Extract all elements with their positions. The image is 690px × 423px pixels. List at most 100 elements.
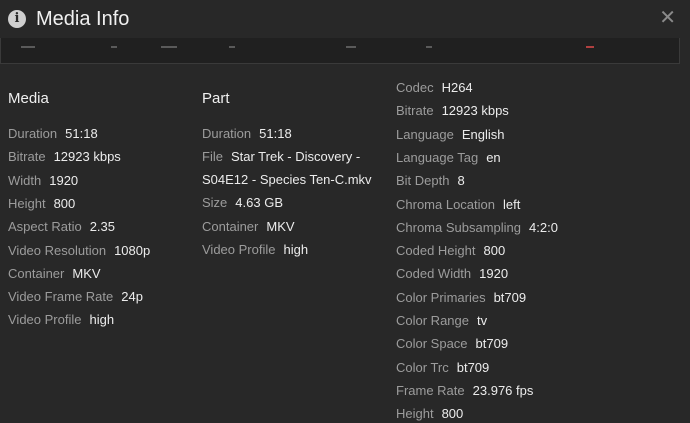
row-value: bt709 xyxy=(475,336,509,352)
media-row: Video Profile high xyxy=(8,311,114,329)
row-value: English xyxy=(461,126,505,142)
stream-row: Codec H264 xyxy=(396,79,473,97)
media-row: Container MKV xyxy=(8,265,101,283)
row-value: 51:18 xyxy=(259,126,292,141)
media-row: Height 800 xyxy=(8,195,75,213)
row-value: 24p xyxy=(121,289,143,305)
row-value: H264 xyxy=(441,80,473,95)
row-value: 51:18 xyxy=(65,126,98,141)
row-label: Width xyxy=(8,172,42,188)
row-label: Codec xyxy=(396,80,434,95)
row-label: Color Primaries xyxy=(396,289,486,305)
media-row: Duration 51:18 xyxy=(8,125,98,143)
row-value: bt709 xyxy=(493,289,527,305)
stream-row: Color Range tv xyxy=(396,312,487,330)
row-label: Coded Width xyxy=(396,266,472,282)
row-label: Language Tag xyxy=(396,149,479,165)
strip-fragment xyxy=(229,46,235,48)
row-value: Star Trek - Discovery - xyxy=(230,149,361,164)
row-label: Video Resolution xyxy=(8,242,107,258)
row-value: 8 xyxy=(457,173,465,189)
stream-row: Coded Height 800 xyxy=(396,242,505,260)
stream-row: Language English xyxy=(396,126,504,144)
stream-row: Color Primaries bt709 xyxy=(396,289,526,307)
row-label: Video Profile xyxy=(202,242,276,257)
strip-fragment xyxy=(426,46,432,48)
part-row-file-continued: S04E12 - Species Ten-C.mkv xyxy=(202,171,372,189)
row-value: 2.35 xyxy=(89,219,116,235)
row-label: Color Space xyxy=(396,336,468,352)
row-value: tv xyxy=(477,313,488,328)
stream-row: Chroma Location left xyxy=(396,196,520,214)
row-value: 4:2:0 xyxy=(529,219,558,235)
row-label: Coded Height xyxy=(396,243,476,259)
stream-row: Chroma Subsampling 4:2:0 xyxy=(396,219,558,237)
strip-fragment xyxy=(161,46,177,48)
part-heading: Part xyxy=(202,90,230,107)
row-label: Language xyxy=(396,126,454,142)
row-value: 1920 xyxy=(479,266,509,282)
media-heading: Media xyxy=(8,90,49,107)
close-icon[interactable]: ✕ xyxy=(659,5,676,29)
stream-row: Bit Depth 8 xyxy=(396,172,465,190)
media-row: Video Resolution 1080p xyxy=(8,242,150,260)
media-row: Aspect Ratio 2.35 xyxy=(8,218,115,236)
row-value: 1920 xyxy=(49,172,79,188)
strip-fragment xyxy=(346,46,356,48)
strip-fragment-red xyxy=(586,46,594,48)
stream-row: Coded Width 1920 xyxy=(396,265,508,283)
part-row-file: File Star Trek - Discovery - xyxy=(202,148,360,166)
row-value: MKV xyxy=(266,219,295,234)
row-value: MKV xyxy=(72,265,101,281)
row-value: 23.976 fps xyxy=(472,382,534,398)
row-label: Video Profile xyxy=(8,312,82,328)
dialog-title: Media Info xyxy=(36,8,130,30)
row-label: Duration xyxy=(202,126,252,141)
row-label: File xyxy=(202,149,223,164)
part-row-size: Size 4.63 GB xyxy=(202,194,283,212)
row-label: Size xyxy=(202,195,228,210)
part-row-duration: Duration 51:18 xyxy=(202,125,292,143)
row-label: Container xyxy=(202,219,259,234)
row-value: high xyxy=(89,312,115,328)
row-value: S04E12 - Species Ten-C.mkv xyxy=(202,172,372,187)
row-value: high xyxy=(283,242,309,257)
stream-row: Height 800 xyxy=(396,405,463,423)
part-row-video-profile: Video Profile high xyxy=(202,241,308,259)
row-value: 1080p xyxy=(114,242,151,258)
stream-row: Color Space bt709 xyxy=(396,335,508,353)
media-row: Width 1920 xyxy=(8,172,78,190)
row-value: 12923 kbps xyxy=(53,149,121,165)
row-label: Bitrate xyxy=(396,103,434,119)
strip-fragment xyxy=(111,46,117,48)
row-label: Aspect Ratio xyxy=(8,219,82,235)
row-value: left xyxy=(503,196,521,212)
row-label: Color Range xyxy=(396,313,469,328)
row-label: Chroma Subsampling xyxy=(396,219,522,235)
dialog-header: i Media Info ✕ xyxy=(0,0,690,38)
stream-row: Bitrate 12923 kbps xyxy=(396,102,509,120)
row-label: Bit Depth xyxy=(396,173,450,189)
row-value: bt709 xyxy=(456,359,490,375)
row-value: en xyxy=(486,149,501,165)
row-value: 800 xyxy=(53,195,76,211)
row-value: 4.63 GB xyxy=(235,195,283,210)
media-row: Video Frame Rate 24p xyxy=(8,288,143,306)
row-label: Duration xyxy=(8,126,58,141)
scrolled-content-strip xyxy=(0,38,680,64)
row-label: Chroma Location xyxy=(396,196,495,212)
row-label: Bitrate xyxy=(8,149,46,165)
info-icon: i xyxy=(8,10,26,28)
part-row-container: Container MKV xyxy=(202,218,295,236)
strip-fragment xyxy=(21,46,35,48)
row-label: Container xyxy=(8,265,65,281)
stream-row: Frame Rate 23.976 fps xyxy=(396,382,533,400)
media-row: Bitrate 12923 kbps xyxy=(8,148,121,166)
row-value: 12923 kbps xyxy=(441,103,509,119)
row-label: Color Trc xyxy=(396,359,449,375)
stream-row: Language Tag en xyxy=(396,149,501,167)
stream-row: Color Trc bt709 xyxy=(396,359,489,377)
row-label: Frame Rate xyxy=(396,382,465,398)
row-value: 800 xyxy=(441,406,464,422)
row-label: Video Frame Rate xyxy=(8,289,114,305)
